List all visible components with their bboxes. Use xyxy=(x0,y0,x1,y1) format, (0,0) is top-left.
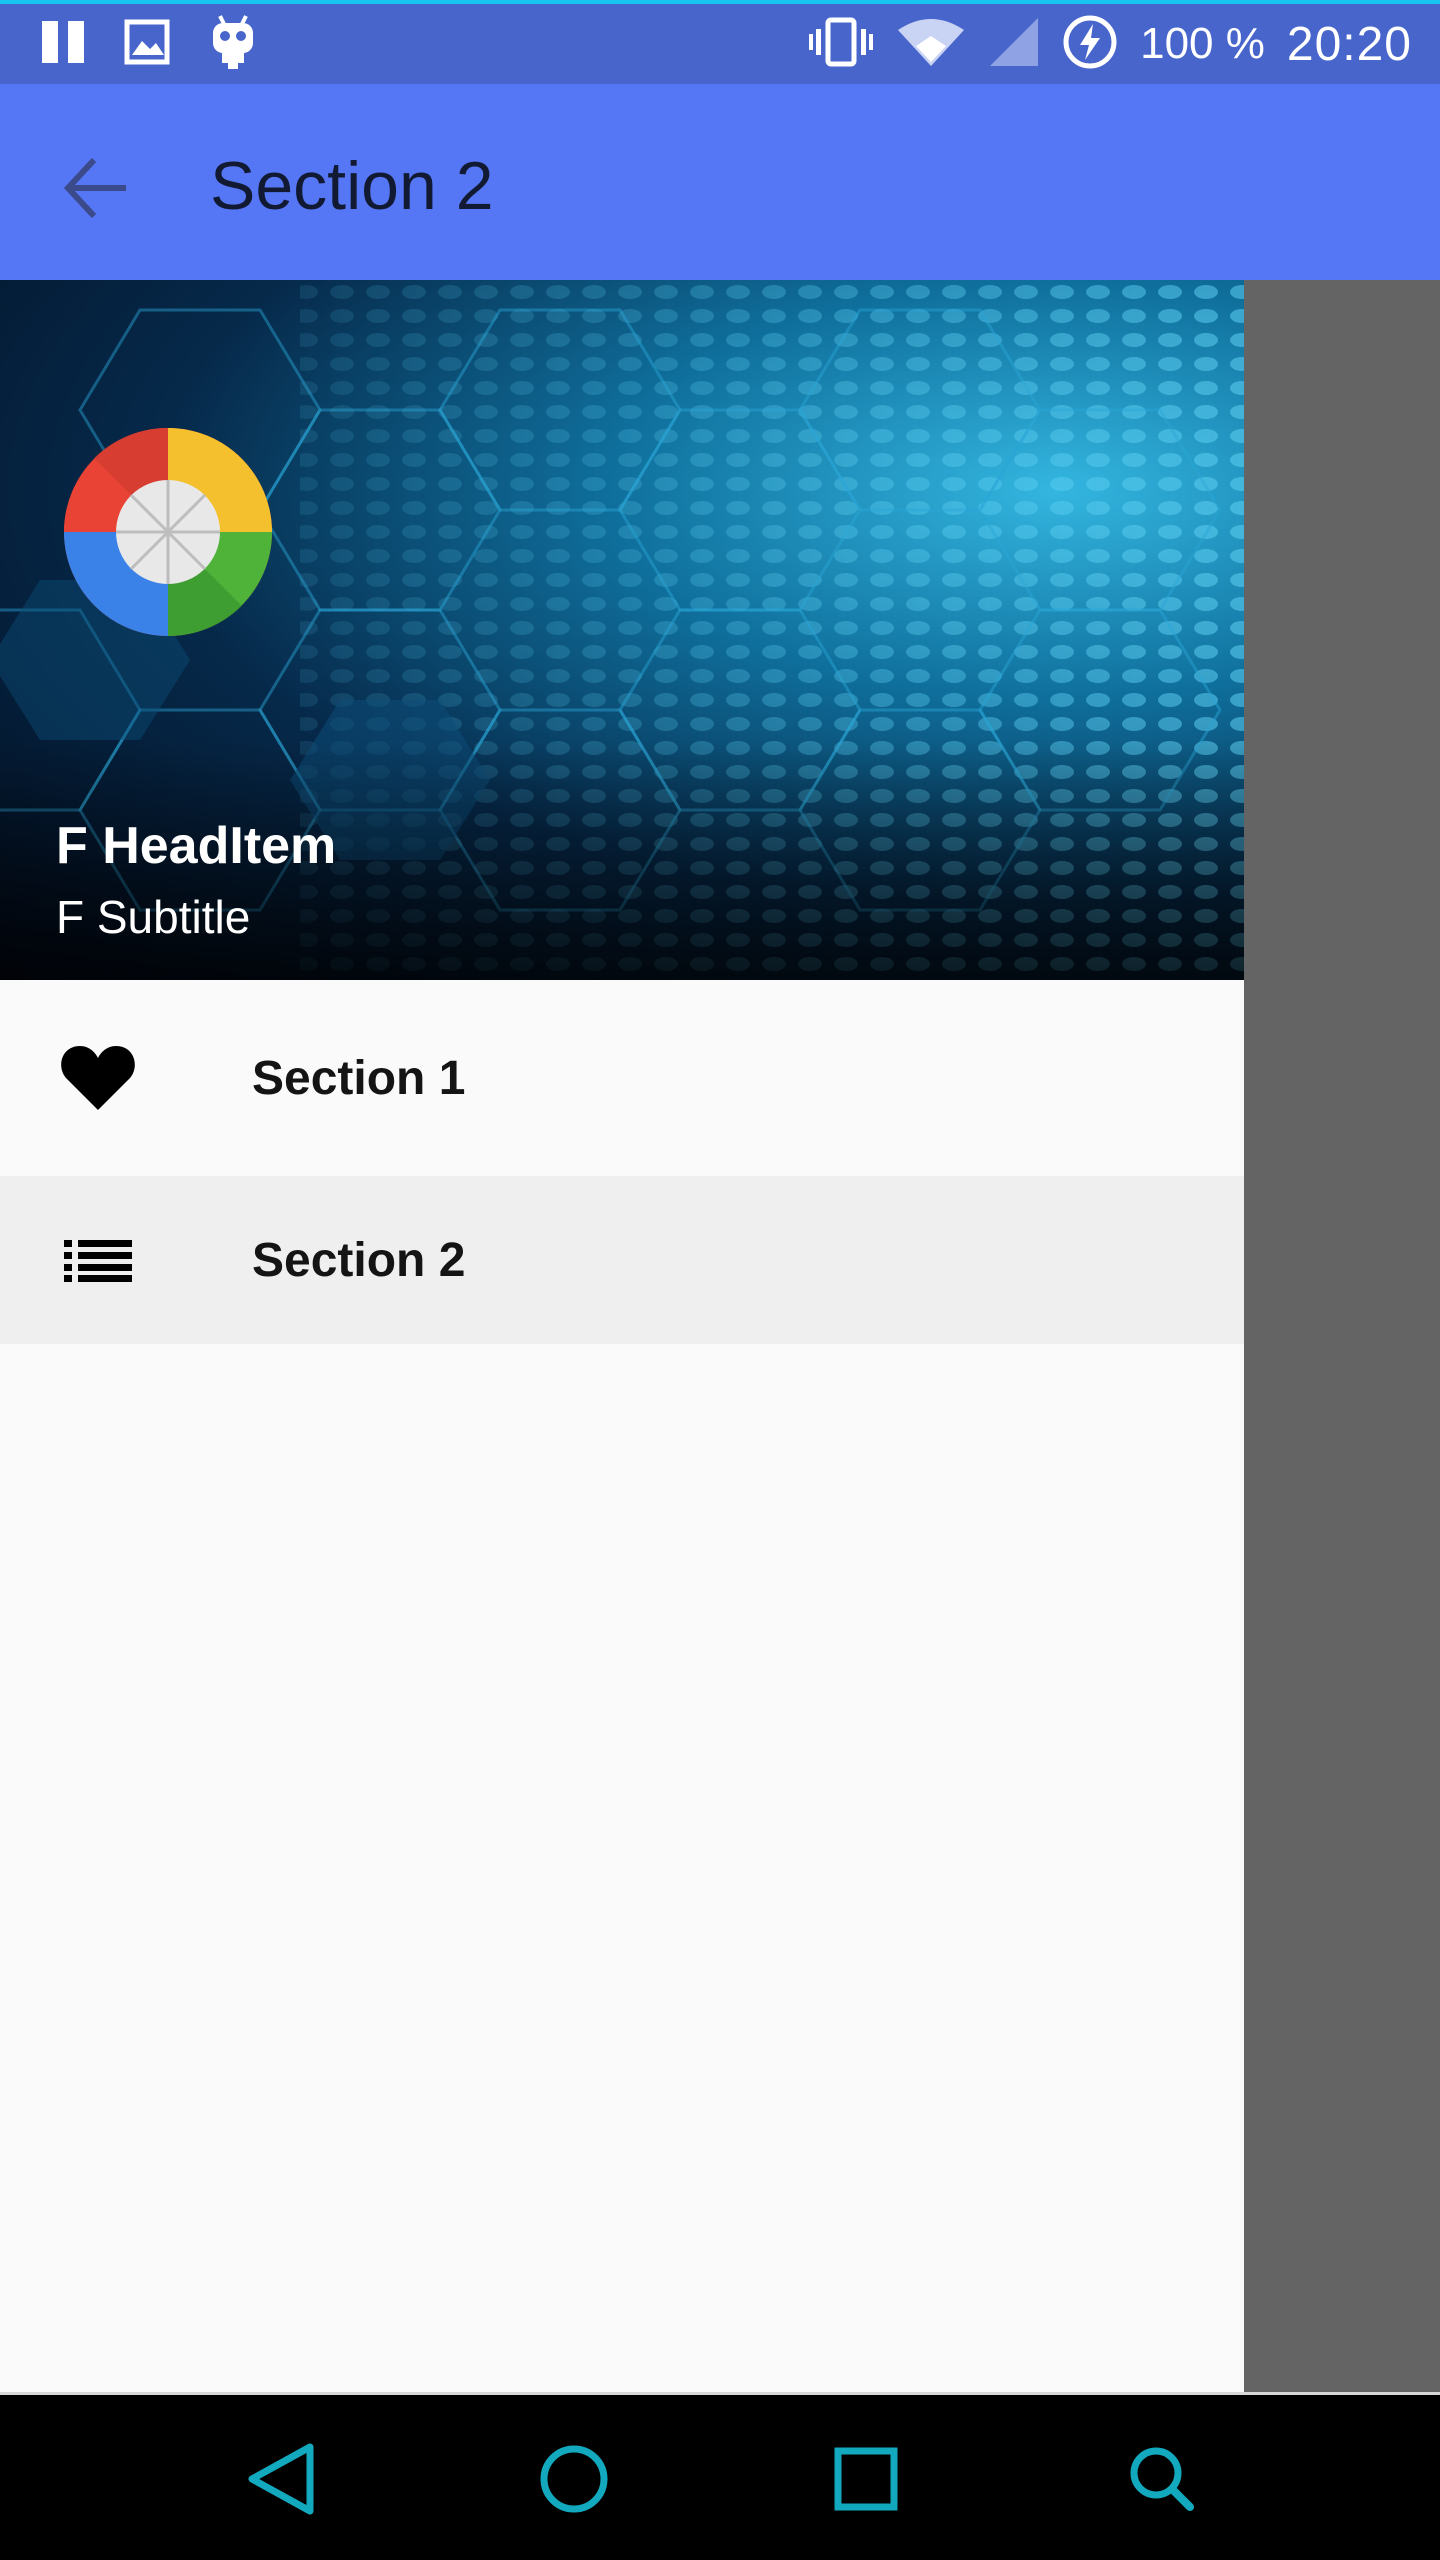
arrow-back-icon xyxy=(63,157,126,219)
header-title: F HeadItem xyxy=(56,817,337,875)
vibrate-icon xyxy=(808,17,874,72)
heart-icon xyxy=(60,1040,136,1116)
colorful-wheel-icon xyxy=(64,427,272,637)
header-subtitle: F Subtitle xyxy=(56,891,251,943)
app-bar: Section 2 xyxy=(0,84,1440,280)
pause-icon xyxy=(40,19,86,70)
back-triangle-icon xyxy=(248,2443,314,2515)
drawer-header: F HeadItem F Subtitle xyxy=(0,280,1244,980)
drawer-item-label: Section 1 xyxy=(252,1051,466,1105)
android-icon xyxy=(208,14,258,75)
recents-square-icon xyxy=(834,2447,898,2511)
signal-icon xyxy=(988,16,1040,73)
drawer-menu: Section 1 Section 2 xyxy=(0,980,1244,1344)
back-button[interactable] xyxy=(50,142,142,234)
home-circle-icon xyxy=(540,2445,608,2513)
navigation-drawer: F HeadItem F Subtitle Section 1 Section … xyxy=(0,280,1244,2392)
nav-recents-button[interactable] xyxy=(824,2437,908,2521)
avatar xyxy=(64,427,272,637)
drawer-item-label: Section 2 xyxy=(252,1233,466,1287)
nav-home-button[interactable] xyxy=(532,2437,616,2521)
search-icon xyxy=(1130,2447,1194,2511)
drawer-item-section-2[interactable]: Section 2 xyxy=(0,1176,1244,1344)
list-icon xyxy=(60,1222,136,1298)
status-bar: 100 % 20:20 xyxy=(0,0,1440,84)
drawer-item-section-1[interactable]: Section 1 xyxy=(0,980,1244,1176)
clock: 20:20 xyxy=(1286,17,1412,71)
system-navigation-bar xyxy=(0,2392,1440,2560)
image-icon xyxy=(124,19,170,70)
battery-charging-icon xyxy=(1062,14,1118,75)
wifi-icon xyxy=(896,16,966,73)
nav-search-button[interactable] xyxy=(1118,2437,1202,2521)
battery-percent: 100 % xyxy=(1140,19,1265,68)
nav-back-button[interactable] xyxy=(240,2437,324,2521)
page-title: Section 2 xyxy=(210,148,494,224)
drawer-scrim[interactable] xyxy=(1244,280,1440,2392)
